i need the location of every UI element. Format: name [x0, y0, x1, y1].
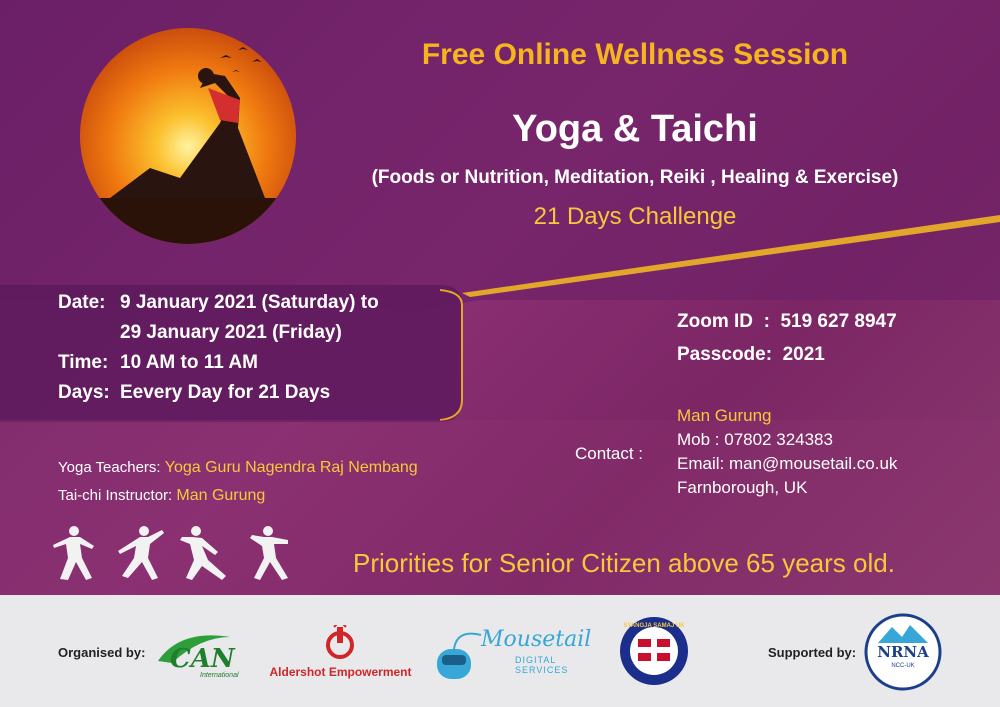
yoga-hero-image [80, 28, 296, 244]
event-subtitle: Yoga & Taichi [512, 108, 758, 150]
event-title: Free Online Wellness Session [421, 38, 849, 71]
date-label: Date: [58, 292, 106, 313]
passcode-label: Passcode: [677, 344, 773, 365]
supported-by-label: Supported by: [768, 645, 857, 660]
zoom-id-separator: : [763, 311, 770, 332]
taichi-figure-icon [53, 526, 94, 580]
days-value: Eevery Day for 21 Days [120, 382, 331, 403]
priority-note: Priorities for Senior Citizen above 65 y… [353, 548, 895, 578]
can-international-logo[interactable]: CAN International [150, 623, 258, 681]
organised-by-label: Organised by: [58, 645, 146, 660]
can-logo-text: CAN [170, 644, 236, 674]
zoom-id-value[interactable]: 519 627 8947 [780, 311, 896, 332]
samaj-logo-text: SYANGJA SAMAJ UK [623, 623, 685, 629]
days-label: Days: [58, 382, 110, 403]
yoga-teacher-name: Yoga Guru Nagendra Raj Nembang [164, 459, 418, 476]
aldershot-logo-text: Aldershot Empowerment [269, 665, 412, 679]
challenge-label: 21 Days Challenge [533, 203, 737, 230]
yoga-teacher-label: Yoga Teachers: [58, 459, 161, 476]
contact-label: Contact : [575, 444, 644, 463]
footer-sponsors: Organised by: CAN International Aldersho… [0, 595, 1000, 707]
taichi-instructor-label: Tai-chi Instructor: [58, 487, 173, 504]
aldershot-empowerment-logo[interactable]: Aldershot Empowerment [268, 619, 413, 685]
zoom-id-label: Zoom ID [677, 311, 753, 332]
nrna-logo-sub: NCC-UK [891, 663, 914, 669]
taichi-figures [50, 524, 296, 582]
zoom-block: Zoom ID : 519 627 8947 Passcode: 2021 [677, 305, 897, 371]
can-logo-sub: International [200, 672, 239, 679]
contact-mobile[interactable]: Mob : 07802 324383 [677, 428, 897, 452]
taichi-figure-icon [250, 526, 288, 580]
contact-name: Man Gurung [677, 406, 772, 425]
nrna-logo-text: NRNA [877, 643, 929, 661]
mousetail-logo-text: Mousetail [481, 627, 592, 652]
contact-email[interactable]: Email: man@mousetail.co.uk [677, 452, 897, 476]
schedule-block: Date: 9 January 2021 (Saturday) to 29 Jan… [58, 288, 379, 408]
taichi-figure-icon [118, 526, 164, 580]
contact-block: Man Gurung Mob : 07802 324383 Email: man… [677, 404, 897, 500]
poster: Free Online Wellness Session Yoga & Taic… [0, 0, 1000, 595]
contact-location: Farnborough, UK [677, 478, 808, 497]
time-value: 10 AM to 11 AM [120, 352, 258, 373]
mousetail-logo-sub: DIGITAL SERVICES [515, 655, 569, 675]
teachers-block: Yoga Teachers: Yoga Guru Nagendra Raj Ne… [58, 454, 418, 510]
date-line-1: 9 January 2021 (Saturday) to [120, 292, 379, 313]
syangja-samaj-logo[interactable]: SYANGJA SAMAJ UK [618, 615, 690, 687]
nrna-logo[interactable]: NRNA NCC-UK [864, 613, 942, 691]
date-line-2: 29 January 2021 (Friday) [120, 322, 342, 343]
taichi-instructor-name: Man Gurung [176, 487, 266, 504]
taichi-figure-icon [180, 526, 226, 580]
mousetail-logo[interactable]: Mousetail DIGITAL SERVICES [433, 621, 603, 685]
time-label: Time: [58, 352, 109, 373]
passcode-value[interactable]: 2021 [783, 344, 825, 365]
event-topics: (Foods or Nutrition, Meditation, Reiki ,… [371, 167, 899, 188]
